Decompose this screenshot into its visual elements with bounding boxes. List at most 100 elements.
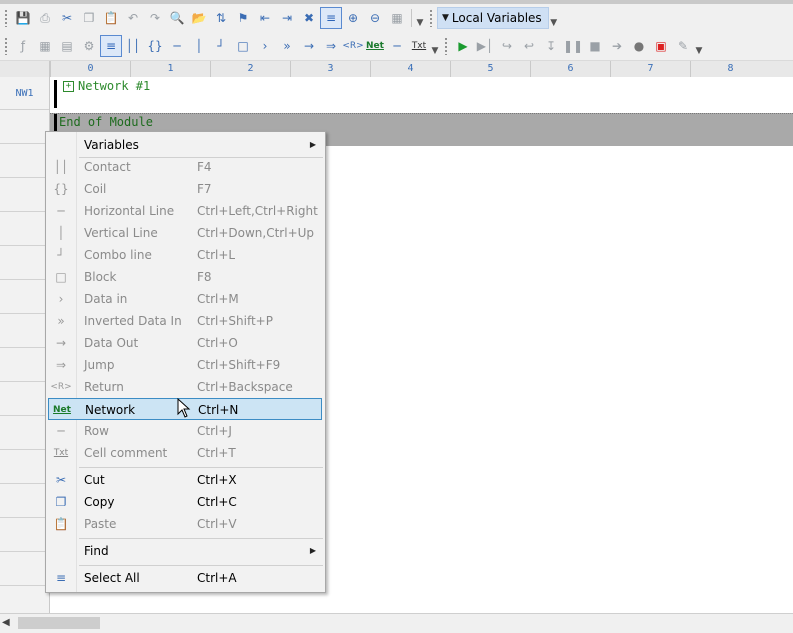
menu-item-block[interactable]: □ Block F8: [48, 266, 322, 288]
step-into-icon[interactable]: ↪: [497, 36, 517, 56]
toolbar-grip[interactable]: [444, 37, 448, 55]
zoom-in-icon[interactable]: ⊕: [343, 8, 363, 28]
network-title[interactable]: Network #1: [78, 79, 150, 93]
toolbar-grip[interactable]: [429, 9, 433, 27]
step-icon[interactable]: ▶│: [475, 36, 495, 56]
gutter-row[interactable]: [0, 485, 49, 518]
stop-icon[interactable]: ■: [585, 36, 605, 56]
select-icon[interactable]: ≡: [100, 35, 122, 57]
jump-icon[interactable]: ⇒: [321, 36, 341, 56]
data-out-icon[interactable]: →: [299, 36, 319, 56]
cut-icon[interactable]: ✂: [57, 8, 77, 28]
bookmark-clear-icon[interactable]: ✖: [299, 8, 319, 28]
undo-icon[interactable]: ↶: [123, 8, 143, 28]
scroll-left-icon[interactable]: ◀: [2, 617, 10, 628]
menu-item-horizontal-line[interactable]: ─ Horizontal Line Ctrl+Left,Ctrl+Right: [48, 200, 322, 222]
menu-item-label: Vertical Line: [84, 226, 158, 240]
gutter-row[interactable]: [0, 179, 49, 212]
combo-line-icon[interactable]: ┘: [211, 36, 231, 56]
hline-icon[interactable]: ─: [167, 36, 187, 56]
menu-item-return[interactable]: <R> Return Ctrl+Backspace: [48, 376, 322, 398]
gutter-row[interactable]: [0, 247, 49, 280]
expand-icon[interactable]: +: [63, 81, 74, 92]
cell-comment-icon[interactable]: Txt: [409, 36, 429, 56]
run-icon[interactable]: ▶: [453, 36, 473, 56]
gutter-nw-label[interactable]: NW1: [0, 77, 49, 110]
gutter-row[interactable]: [0, 145, 49, 178]
go-arrow-icon[interactable]: ➔: [607, 36, 627, 56]
menu-item-cut[interactable]: ✂ Cut Ctrl+X: [48, 469, 322, 491]
pause-icon[interactable]: ❚❚: [563, 36, 583, 56]
gutter-row[interactable]: [0, 451, 49, 484]
menu-item-jump[interactable]: ⇒ Jump Ctrl+Shift+F9: [48, 354, 322, 376]
toolbar-grip[interactable]: [4, 9, 8, 27]
variable-icon[interactable]: ƒ: [13, 36, 33, 56]
toolbar-grip[interactable]: [4, 37, 8, 55]
menu-item-copy[interactable]: ❐ Copy Ctrl+C: [48, 491, 322, 513]
menu-item-row[interactable]: ─ Row Ctrl+J: [48, 420, 322, 442]
print-icon[interactable]: ⎙: [35, 8, 55, 28]
step-over-icon[interactable]: ↧: [541, 36, 561, 56]
paste-icon[interactable]: 📋: [101, 8, 121, 28]
breakpoint-toggle-icon[interactable]: ▣: [651, 36, 671, 56]
gutter-row[interactable]: [0, 213, 49, 246]
zoom-out-icon[interactable]: ⊖: [365, 8, 385, 28]
breakpoint-icon[interactable]: ●: [629, 36, 649, 56]
coil-icon[interactable]: {}: [145, 36, 165, 56]
menu-item-paste[interactable]: 📋 Paste Ctrl+V: [48, 513, 322, 535]
insert-var-icon[interactable]: ▦: [35, 36, 55, 56]
menu-item-inverted-data-in[interactable]: » Inverted Data In Ctrl+Shift+P: [48, 310, 322, 332]
horizontal-scrollbar[interactable]: ◀: [0, 613, 793, 633]
menu-item-data-out[interactable]: → Data Out Ctrl+O: [48, 332, 322, 354]
return-icon[interactable]: <R>: [342, 36, 363, 56]
clear-breakpoints-icon[interactable]: ✎: [673, 36, 693, 56]
gutter-row[interactable]: [0, 417, 49, 450]
block-icon[interactable]: □: [233, 36, 253, 56]
gutter-row[interactable]: [0, 281, 49, 314]
menu-item-coil[interactable]: {} Coil F7: [48, 178, 322, 200]
gutter-row[interactable]: [0, 315, 49, 348]
gutter-row[interactable]: [0, 111, 49, 144]
data-in-icon[interactable]: ›: [255, 36, 275, 56]
replace-all-icon[interactable]: ⇅: [211, 8, 231, 28]
vline-icon[interactable]: │: [189, 36, 209, 56]
inverted-data-in-icon[interactable]: »: [277, 36, 297, 56]
menu-item-variables[interactable]: Variables ▶: [48, 134, 322, 156]
menu-item-combo-line[interactable]: ┘ Combo line Ctrl+L: [48, 244, 322, 266]
step-out-icon[interactable]: ↩: [519, 36, 539, 56]
select-all-icon[interactable]: ≡: [320, 7, 342, 29]
bookmark-prev-icon[interactable]: ⇤: [255, 8, 275, 28]
replace-icon[interactable]: 📂: [189, 8, 209, 28]
network-row[interactable]: + Network #1: [50, 77, 793, 111]
find-icon[interactable]: 🔍: [167, 8, 187, 28]
gutter-row[interactable]: [0, 519, 49, 552]
bookmark-next-icon[interactable]: ⇥: [277, 8, 297, 28]
gutter-row[interactable]: [0, 349, 49, 382]
menu-item-label: Row: [84, 424, 109, 438]
gutter-row[interactable]: [0, 383, 49, 416]
gear-icon[interactable]: ⚙: [79, 36, 99, 56]
bookmark-icon[interactable]: ⚑: [233, 8, 253, 28]
gutter-row[interactable]: [0, 553, 49, 586]
toolbar-overflow-icon[interactable]: ▼: [549, 8, 559, 28]
menu-item-contact[interactable]: ││ Contact F4: [48, 156, 322, 178]
copy-icon[interactable]: ❐: [79, 8, 99, 28]
hline-icon: ─: [57, 204, 65, 218]
local-variables-dropdown[interactable]: ▼ Local Variables: [437, 7, 549, 29]
contact-icon[interactable]: ││: [123, 36, 143, 56]
menu-item-vertical-line[interactable]: │ Vertical Line Ctrl+Down,Ctrl+Up: [48, 222, 322, 244]
menu-item-cell-comment[interactable]: Txt Cell comment Ctrl+T: [48, 442, 322, 464]
network-icon[interactable]: Net: [365, 36, 385, 56]
row-icon[interactable]: ─: [387, 36, 407, 56]
grid-icon[interactable]: ▦: [387, 8, 407, 28]
toolbar-overflow-icon[interactable]: ▼: [430, 36, 440, 56]
redo-icon[interactable]: ↷: [145, 8, 165, 28]
scroll-thumb[interactable]: [18, 617, 100, 629]
menu-item-select-all[interactable]: ≡ Select All Ctrl+A: [48, 567, 322, 589]
insert-block-icon[interactable]: ▤: [57, 36, 77, 56]
menu-item-find[interactable]: Find ▶: [48, 540, 322, 562]
toolbar-overflow-icon[interactable]: ▼: [415, 8, 425, 28]
menu-item-data-in[interactable]: › Data in Ctrl+M: [48, 288, 322, 310]
save-icon[interactable]: 💾: [13, 8, 33, 28]
toolbar-overflow-icon[interactable]: ▼: [694, 36, 704, 56]
